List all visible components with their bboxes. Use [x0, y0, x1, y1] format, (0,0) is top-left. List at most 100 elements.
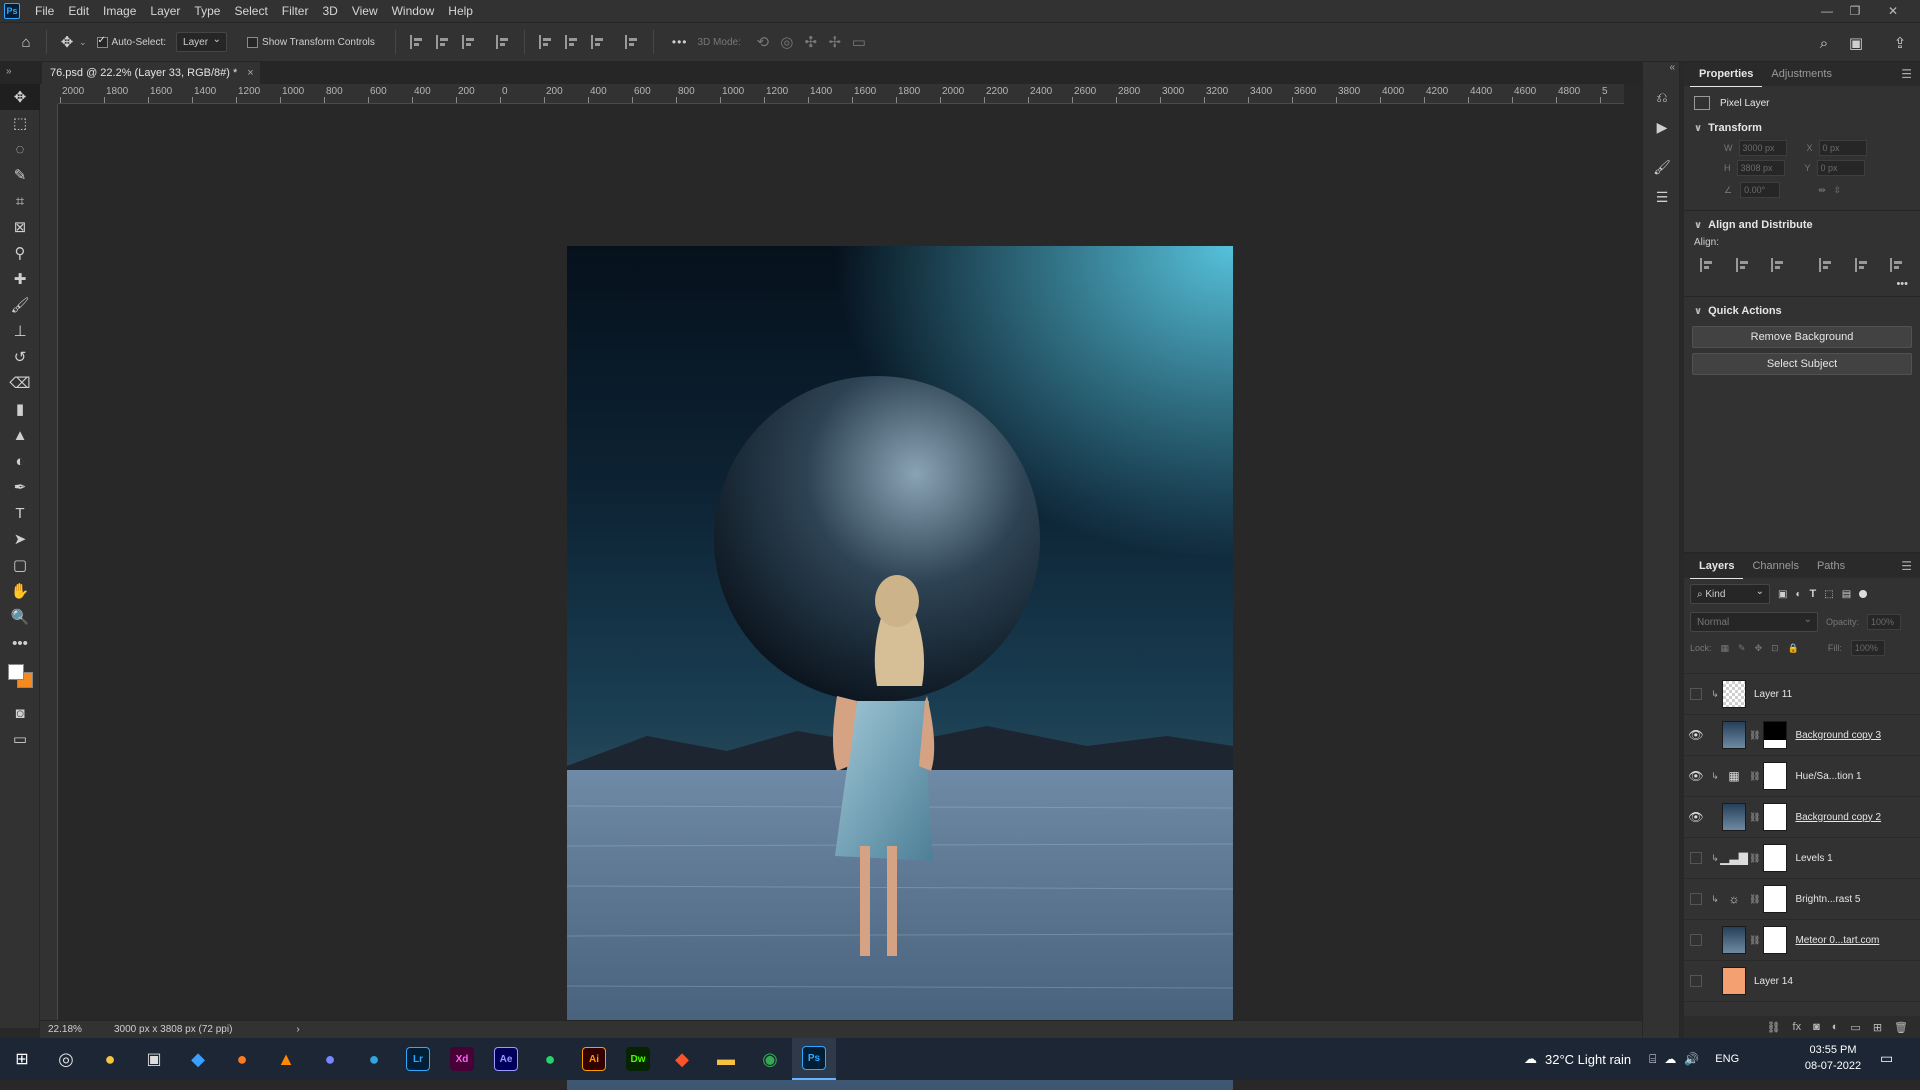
- color-swatches[interactable]: [0, 656, 40, 700]
- chevron-down-icon[interactable]: ⌄: [79, 37, 87, 48]
- telegram-icon[interactable]: ●: [352, 1038, 396, 1080]
- quick-selection-tool-icon[interactable]: ✎: [0, 162, 40, 188]
- adjustment-layer-icon[interactable]: ◐: [1832, 1021, 1839, 1033]
- app-icon-1[interactable]: ●: [88, 1038, 132, 1080]
- document-tab[interactable]: 76.psd @ 22.2% (Layer 33, RGB/8#) * ×: [42, 62, 260, 84]
- adjustment-layer-icon[interactable]: ▦: [1722, 762, 1746, 790]
- layer-row[interactable]: Layer 14: [1684, 961, 1920, 1002]
- menu-3d[interactable]: 3D: [315, 0, 344, 22]
- distribute-icon[interactable]: [495, 35, 510, 49]
- weather-text[interactable]: 32°C Light rain: [1545, 1052, 1631, 1067]
- transform-section-header[interactable]: ∨ Transform: [1684, 114, 1920, 138]
- restore-icon[interactable]: ❐: [1842, 0, 1868, 22]
- layer-name[interactable]: Background copy 3: [1795, 730, 1881, 741]
- menu-layer[interactable]: Layer: [143, 0, 187, 22]
- close-window-icon[interactable]: ✕: [1880, 0, 1906, 22]
- align-horizontal-centers-icon[interactable]: [1735, 258, 1750, 272]
- shape-tool-icon[interactable]: ▢: [0, 552, 40, 578]
- quick-actions-header[interactable]: ∨ Quick Actions: [1684, 297, 1920, 321]
- lock-all-icon[interactable]: 🔒: [1788, 643, 1799, 654]
- fill-input[interactable]: 100%: [1850, 640, 1885, 656]
- blur-tool-icon[interactable]: ▲: [0, 422, 40, 448]
- layer-row[interactable]: 👁 ⛓ Background copy 3: [1684, 715, 1920, 756]
- layer-name[interactable]: Levels 1: [1795, 853, 1832, 864]
- layer-name[interactable]: Meteor 0...tart.com: [1795, 935, 1879, 946]
- eraser-tool-icon[interactable]: ⌫: [0, 370, 40, 396]
- layer-mask-thumbnail[interactable]: [1763, 885, 1788, 913]
- layer-row[interactable]: 👁 ⛓ Background copy 2: [1684, 797, 1920, 838]
- onedrive-icon[interactable]: ☁: [1664, 1052, 1676, 1066]
- minimize-icon[interactable]: —: [1814, 0, 1840, 22]
- layer-name[interactable]: Background copy 2: [1795, 812, 1881, 823]
- 3d-pan-icon[interactable]: ✣: [799, 30, 823, 54]
- layer-thumbnail[interactable]: [1722, 926, 1746, 954]
- panel-menu-icon[interactable]: ☰: [1901, 67, 1912, 81]
- height-input[interactable]: 3808 px: [1736, 160, 1785, 176]
- opacity-input[interactable]: 100%: [1867, 614, 1902, 630]
- brush-settings-icon[interactable]: 🖌: [1643, 152, 1681, 182]
- notifications-icon[interactable]: ▭: [1880, 1050, 1893, 1067]
- mask-link-icon[interactable]: ⛓: [1749, 935, 1760, 946]
- align-right-edges-icon[interactable]: [1771, 258, 1785, 272]
- canvas-area[interactable]: [58, 104, 1624, 1090]
- layer-name[interactable]: Layer 14: [1754, 976, 1793, 987]
- photoshop-app[interactable]: Ps: [792, 1038, 836, 1080]
- discord-icon[interactable]: ●: [308, 1038, 352, 1080]
- weather-icon[interactable]: ☁: [1524, 1051, 1537, 1067]
- layer-thumbnail[interactable]: [1722, 721, 1746, 749]
- network-icon[interactable]: ⌸: [1649, 1052, 1656, 1067]
- visibility-toggle[interactable]: [1684, 893, 1708, 905]
- layer-row[interactable]: ↳ ▁▃▇ ⛓ Levels 1: [1684, 838, 1920, 879]
- collapse-dock-icon[interactable]: «: [1643, 62, 1679, 82]
- align-vertical-centers-icon[interactable]: [1854, 258, 1869, 272]
- layer-mask-thumbnail[interactable]: [1763, 721, 1788, 749]
- tab-properties[interactable]: Properties: [1690, 62, 1763, 87]
- tab-layers[interactable]: Layers: [1690, 554, 1744, 579]
- flip-horizontal-icon[interactable]: ⇹: [1818, 185, 1826, 196]
- search-icon[interactable]: ⌕: [1812, 31, 1836, 55]
- filter-pixel-icon[interactable]: ▣: [1778, 589, 1787, 600]
- foreground-color-swatch[interactable]: [8, 664, 24, 680]
- adjustment-layer-icon[interactable]: ☼: [1722, 885, 1746, 913]
- workspace-icon[interactable]: ▣: [1844, 31, 1868, 55]
- vlc-icon[interactable]: ▲: [264, 1038, 308, 1080]
- healing-brush-tool-icon[interactable]: ✚: [0, 266, 40, 292]
- tab-paths[interactable]: Paths: [1808, 554, 1854, 578]
- align-section-header[interactable]: ∨ Align and Distribute: [1684, 211, 1920, 235]
- menu-image[interactable]: Image: [96, 0, 143, 22]
- delete-layer-icon[interactable]: 🗑: [1894, 1021, 1908, 1034]
- width-input[interactable]: 3000 px: [1738, 140, 1787, 156]
- menu-help[interactable]: Help: [441, 0, 480, 22]
- layer-thumbnail[interactable]: [1722, 680, 1746, 708]
- visibility-toggle[interactable]: [1684, 688, 1708, 700]
- eye-icon[interactable]: 👁: [1684, 728, 1708, 742]
- auto-select-dropdown[interactable]: Layer: [176, 32, 228, 52]
- layer-mask-thumbnail[interactable]: [1763, 926, 1788, 954]
- history-brush-tool-icon[interactable]: ↺: [0, 344, 40, 370]
- mask-link-icon[interactable]: ⛓: [1749, 853, 1760, 864]
- eye-icon[interactable]: 👁: [1684, 810, 1708, 824]
- menu-edit[interactable]: Edit: [61, 0, 96, 22]
- align-top-edges-icon[interactable]: [1819, 258, 1833, 272]
- brave-icon[interactable]: ◆: [660, 1038, 704, 1080]
- zoom-tool-icon[interactable]: 🔍: [0, 604, 40, 630]
- visibility-toggle[interactable]: [1684, 975, 1708, 987]
- y-input[interactable]: 0 px: [1816, 160, 1865, 176]
- menu-select[interactable]: Select: [227, 0, 274, 22]
- mask-link-icon[interactable]: ⛓: [1749, 730, 1760, 741]
- align-bottom-icon[interactable]: [590, 35, 605, 49]
- move-tool-icon[interactable]: ✥: [0, 84, 40, 110]
- align-left-icon[interactable]: [409, 35, 424, 49]
- auto-select-checkbox[interactable]: [96, 35, 108, 48]
- clock[interactable]: 03:55 PM 08-07-2022: [1798, 1042, 1868, 1074]
- align-middle-icon[interactable]: [564, 35, 579, 49]
- 3d-slide-icon[interactable]: ✢: [823, 30, 847, 54]
- tab-adjustments[interactable]: Adjustments: [1762, 62, 1841, 86]
- filter-toggle-icon[interactable]: [1859, 590, 1868, 598]
- file-explorer-icon[interactable]: ▬: [704, 1038, 748, 1080]
- align-center-icon[interactable]: [435, 35, 450, 49]
- dodge-tool-icon[interactable]: ◐: [0, 448, 40, 474]
- flip-vertical-icon[interactable]: ⇳: [1834, 185, 1842, 196]
- adjustments-sliders-icon[interactable]: ☰: [1643, 182, 1681, 212]
- show-transform-checkbox[interactable]: [247, 36, 259, 48]
